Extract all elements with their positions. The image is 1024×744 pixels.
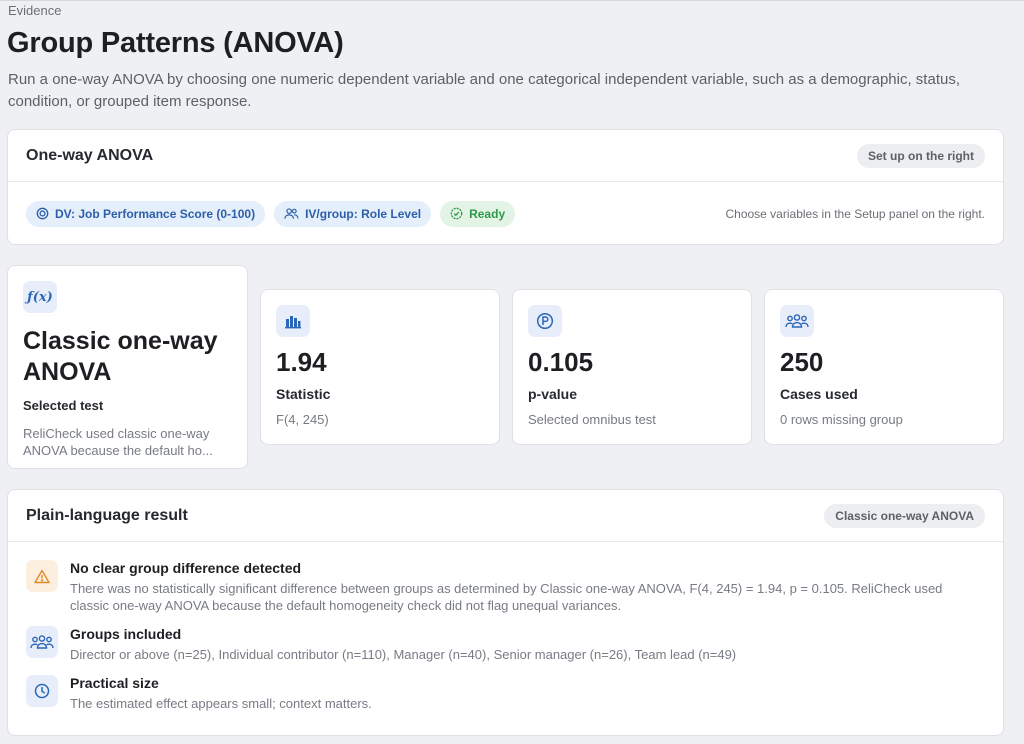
p-value-note: Selected omnibus test [528,412,656,427]
target-icon [36,207,49,220]
setup-card-header: One-way ANOVA Set up on the right [8,130,1003,182]
finding-text: The estimated effect appears small; cont… [70,696,372,711]
p-value-value: 0.105 [528,347,594,377]
iv-chip[interactable]: IV/group: Role Level [274,200,432,227]
statistic-df: F(4, 245) [276,412,329,427]
statistic-card: 1.94 Statistic F(4, 245) [260,289,500,445]
finding-groups-included: Groups included Director or above (n=25)… [26,626,985,663]
findings-list: No clear group difference detected There… [8,542,1003,712]
users-icon [284,208,299,219]
cases-used-value: 250 [780,347,824,377]
selected-test-card: ƒ(x) Classic one-way ANOVA Selected test… [7,265,248,469]
test-type-badge: Classic one-way ANOVA [824,503,985,528]
dv-chip-label: DV: Job Performance Score (0-100) [55,206,256,221]
ready-status-chip: Ready [440,200,516,227]
statistic-value: 1.94 [276,347,327,377]
function-icon: ƒ(x) [23,281,57,313]
breadcrumb: Evidence [8,3,62,18]
finding-text: There was no statistically significant d… [70,581,943,613]
plain-language-result-card: Plain-language result Classic one-way AN… [7,489,1004,736]
iv-chip-label: IV/group: Role Level [305,206,422,221]
bar-chart-icon [276,305,310,337]
ready-status-label: Ready [469,206,506,221]
cases-used-label: Cases used [780,386,858,402]
statistic-label: Statistic [276,386,331,402]
cases-missing-note: 0 rows missing group [780,412,903,427]
selected-test-label: Selected test [23,398,104,413]
page-description: Run a one-way ANOVA by choosing one nume… [8,71,960,110]
finding-practical-size: Practical size The estimated effect appe… [26,675,985,712]
groups-icon [26,626,58,658]
finding-title: No clear group difference detected [70,560,302,576]
p-value-icon [528,305,562,337]
setup-location-badge: Set up on the right [857,143,985,168]
p-value-card: 0.105 p-value Selected omnibus test [512,289,752,445]
variable-chips-row: DV: Job Performance Score (0-100) IV/gro… [8,182,1003,245]
cases-used-card: 250 Cases used 0 rows missing group [764,289,1004,445]
result-card-header: Plain-language result Classic one-way AN… [8,490,1003,542]
setup-hint: Choose variables in the Setup panel on t… [725,206,985,221]
page-title: Group Patterns (ANOVA) [7,27,344,59]
check-badge-icon [450,207,463,220]
finding-title: Practical size [70,675,159,691]
finding-no-difference: No clear group difference detected There… [26,560,985,614]
groups-icon [780,305,814,337]
setup-card-title: One-way ANOVA [26,146,154,164]
result-card-title: Plain-language result [26,506,188,524]
warning-icon [26,560,58,592]
pie-chart-icon [26,675,58,707]
anova-setup-card: One-way ANOVA Set up on the right DV: Jo… [7,129,1004,245]
dv-chip[interactable]: DV: Job Performance Score (0-100) [26,200,266,227]
selected-test-value: Classic one-way ANOVA [23,327,218,386]
finding-title: Groups included [70,626,182,642]
p-value-label: p-value [528,386,578,402]
selected-test-note: ReliCheck used classic one-way ANOVA bec… [23,426,213,458]
finding-text: Director or above (n=25), Individual con… [70,647,737,662]
